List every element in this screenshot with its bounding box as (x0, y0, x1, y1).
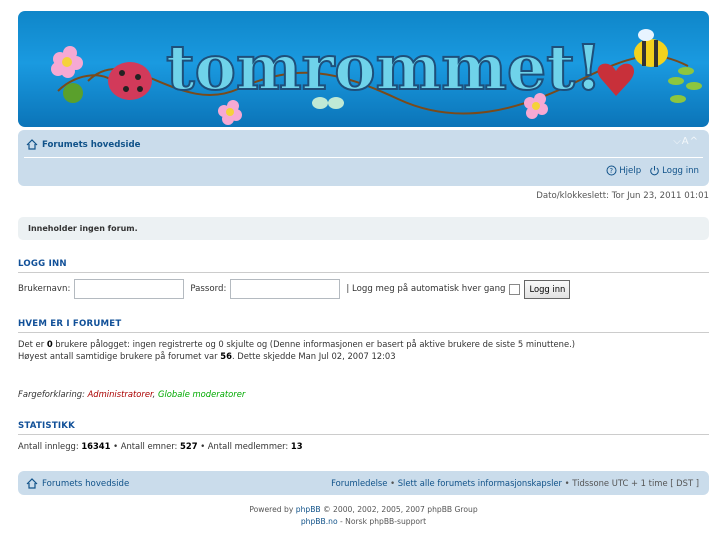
footer-separator: • (387, 478, 398, 488)
svg-text:?: ? (610, 167, 614, 175)
statistics-heading: STATISTIKK (18, 421, 709, 435)
legend-gmod-link[interactable]: Globale moderatorer (158, 389, 245, 399)
footer-home-label: Forumets hovedside (42, 478, 130, 489)
help-label: Hjelp (619, 165, 642, 176)
phpbb-link[interactable]: phpBB (296, 505, 321, 514)
support-line: phpBB.no - Norsk phpBB-support (0, 517, 727, 526)
legend-admin-link[interactable]: Administratorer (88, 389, 153, 399)
no-forum-notice: Inneholder ingen forum. (18, 217, 709, 240)
footer-navbar: Forumets hovedside Forumledelse • Slett … (18, 471, 709, 495)
powered-by: Powered by phpBB © 2000, 2002, 2005, 200… (0, 505, 727, 514)
help-icon: ? (606, 165, 617, 176)
password-input[interactable] (230, 279, 341, 299)
help-link[interactable]: ? Hjelp (606, 165, 641, 176)
breadcrumb[interactable]: Forumets hovedside (26, 139, 140, 150)
top-navbar: Forumets hovedside ⌵A^ ? Hjelp Logg inn (18, 130, 709, 186)
posts-label: Antall innlegg: (18, 441, 82, 451)
autologin-checkbox[interactable] (509, 283, 521, 295)
ladybug-icon (108, 62, 152, 100)
online-users-text: Det er 0 brukere pålogget: ingen registr… (18, 338, 575, 362)
navbar-divider (24, 157, 703, 158)
login-button[interactable]: Logg inn (524, 279, 571, 299)
home-icon (26, 478, 38, 489)
username-label: Brukernavn: (18, 284, 71, 294)
members-count: 13 (290, 441, 303, 451)
password-label: Passord: (190, 284, 227, 294)
topics-count: 527 (180, 441, 198, 451)
username-input[interactable] (74, 279, 185, 299)
font-size-toggle[interactable]: ⌵A^ (673, 136, 699, 147)
no-forum-text: Inneholder ingen forum. (28, 224, 138, 233)
autologin-label: | Logg meg på automatisk hver gang (346, 284, 506, 294)
who-is-online-heading: HVEM ER I FORUMET (18, 319, 709, 333)
team-link[interactable]: Forumledelse (331, 478, 387, 488)
login-heading: LOGG INN (18, 259, 709, 273)
banner-artwork: tomrommet! (51, 29, 702, 125)
site-banner[interactable]: tomrommet! (18, 11, 709, 127)
online-line1-suffix: brukere pålogget: ingen registrerte og 0… (52, 339, 576, 349)
timezone-text: • Tidssone UTC + 1 time [ DST ] (562, 478, 699, 488)
members-label: • Antall medlemmer: (197, 441, 291, 451)
user-links: ? Hjelp Logg inn (606, 165, 699, 176)
heart-icon (597, 63, 635, 96)
leaf-icon (668, 67, 702, 103)
breadcrumb-home-link[interactable]: Forumets hovedside (42, 140, 140, 150)
footer-links: Forumledelse • Slett alle forumets infor… (331, 478, 699, 488)
online-line1-prefix: Det er (18, 339, 47, 349)
delete-cookies-link[interactable]: Slett alle forumets informasjonskapsler (398, 478, 562, 488)
record-count: 56 (220, 351, 232, 361)
leaf-icon (63, 83, 83, 103)
current-datetime: Dato/klokkeslett: Tor Jun 23, 2011 01:01 (536, 191, 709, 201)
support-suffix: - Norsk phpBB-support (337, 517, 427, 526)
phpbb-no-link[interactable]: phpBB.no (301, 517, 338, 526)
flower-icon (51, 46, 83, 78)
topics-label: • Antall emner: (110, 441, 181, 451)
record-line-prefix: Høyest antall samtidige brukere på forum… (18, 351, 221, 361)
legend-label: Fargeforklaring: (18, 389, 88, 399)
home-icon (26, 139, 38, 150)
logo-text: tomrommet! (166, 31, 602, 104)
powered-suffix: © 2000, 2002, 2005, 2007 phpBB Group (320, 505, 478, 514)
posts-count: 16341 (81, 441, 111, 451)
power-icon (650, 166, 659, 176)
statistics-text: Antall innlegg: 16341 • Antall emner: 52… (18, 440, 303, 452)
bee-icon (634, 29, 668, 67)
login-link[interactable]: Logg inn (649, 165, 699, 176)
legend: Fargeforklaring: Administratorer, Global… (18, 388, 245, 400)
record-line-suffix: . Dette skjedde Man Jul 02, 2007 12:03 (231, 351, 396, 361)
login-label: Logg inn (662, 165, 699, 176)
powered-prefix: Powered by (249, 505, 296, 514)
login-form: Brukernavn: Passord: | Logg meg på autom… (18, 279, 571, 299)
footer-home-link[interactable]: Forumets hovedside (26, 478, 129, 489)
